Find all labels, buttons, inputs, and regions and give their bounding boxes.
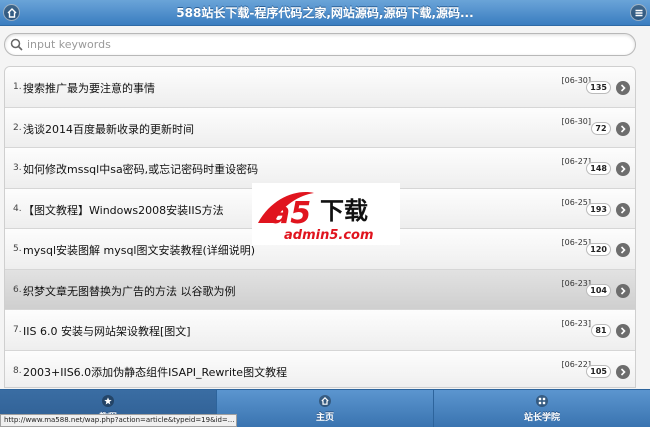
list-item[interactable]: 2. 浅谈2014百度最新收录的更新时间 [06-30] 72 <box>5 107 635 148</box>
menu-button[interactable] <box>630 4 647 21</box>
item-number: 7. <box>13 325 22 335</box>
home-button[interactable] <box>3 4 20 21</box>
item-title[interactable]: 搜索推广最为要注意的事情 <box>23 80 155 96</box>
app-header: 588站长下载-程序代码之家,网站源码,源码下载,源码... <box>0 0 650 26</box>
chevron-right-icon <box>616 202 630 217</box>
logo-mark: a5 <box>270 196 311 231</box>
menu-icon <box>635 9 642 16</box>
view-count-badge: 148 <box>586 162 611 175</box>
chevron-right-icon <box>616 81 630 95</box>
item-number: 5. <box>13 244 22 254</box>
admin5-logo: a5 下载 admin5.com <box>252 183 400 245</box>
home-icon <box>319 394 331 407</box>
nav-home[interactable]: 主页 <box>217 390 434 427</box>
page-title: 588站长下载-程序代码之家,网站源码,源码下载,源码... <box>176 6 474 20</box>
item-title[interactable]: 如何修改mssql中sa密码,或忘记密码时重设密码 <box>23 161 258 177</box>
item-title[interactable]: 2003+IIS6.0添加伪静态组件ISAPI_Rewrite图文教程 <box>23 364 287 380</box>
chevron-right-icon <box>616 121 630 136</box>
view-count-badge: 72 <box>591 121 611 135</box>
list-item[interactable]: 6. 织梦文章无图替换为广告的方法 以谷歌为例 [06-23] 104 <box>5 269 635 310</box>
item-number: 6. <box>13 284 22 295</box>
view-count-badge: 81 <box>591 324 611 337</box>
item-number: 1. <box>13 82 22 92</box>
nav-academy[interactable]: 站长学院 <box>434 390 650 427</box>
status-bar-url: http://www.ma588.net/wap.php?action=arti… <box>0 414 237 427</box>
item-date: [06-30] <box>561 116 592 126</box>
search-bar <box>4 33 636 56</box>
view-count-badge: 120 <box>586 243 611 256</box>
item-title[interactable]: IIS 6.0 安装与网站架设教程[图文] <box>23 323 191 339</box>
item-title[interactable]: 浅谈2014百度最新收录的更新时间 <box>23 121 194 137</box>
item-title[interactable]: mysql安装图解 mysql图文安装教程(详细说明) <box>23 242 255 258</box>
search-input[interactable] <box>4 33 636 56</box>
item-number: 8. <box>13 365 22 376</box>
nav-label: 主页 <box>315 412 334 423</box>
search-icon <box>10 38 23 51</box>
item-number: 4. <box>13 203 22 214</box>
view-count-badge: 135 <box>586 81 611 94</box>
chevron-right-icon <box>616 162 630 176</box>
view-count-badge: 104 <box>586 283 611 297</box>
chevron-right-icon <box>616 283 630 298</box>
item-title[interactable]: 织梦文章无图替换为广告的方法 以谷歌为例 <box>23 283 236 299</box>
list-item[interactable]: 7. IIS 6.0 安装与网站架设教程[图文] [06-23] 81 <box>5 310 635 351</box>
item-title[interactable]: 【图文教程】Windows2008安装IIS方法 <box>23 202 224 218</box>
home-icon <box>7 7 16 18</box>
grid-icon <box>536 394 548 407</box>
chevron-right-icon <box>616 243 630 257</box>
list-item[interactable]: 1. 搜索推广最为要注意的事情 [06-30] 135 <box>5 67 635 108</box>
list-item[interactable]: 8. 2003+IIS6.0添加伪静态组件ISAPI_Rewrite图文教程 [… <box>5 350 635 387</box>
chevron-right-icon <box>616 324 630 338</box>
item-date: [06-23] <box>561 319 592 328</box>
item-number: 2. <box>13 122 22 133</box>
view-count-badge: 193 <box>586 202 611 216</box>
logo-domain: admin5.com <box>284 228 374 243</box>
nav-label: 站长学院 <box>523 412 560 423</box>
chevron-right-icon <box>616 364 630 379</box>
star-icon <box>102 394 114 407</box>
logo-text: 下载 <box>320 197 368 225</box>
view-count-badge: 105 <box>586 364 611 378</box>
item-number: 3. <box>13 163 22 173</box>
